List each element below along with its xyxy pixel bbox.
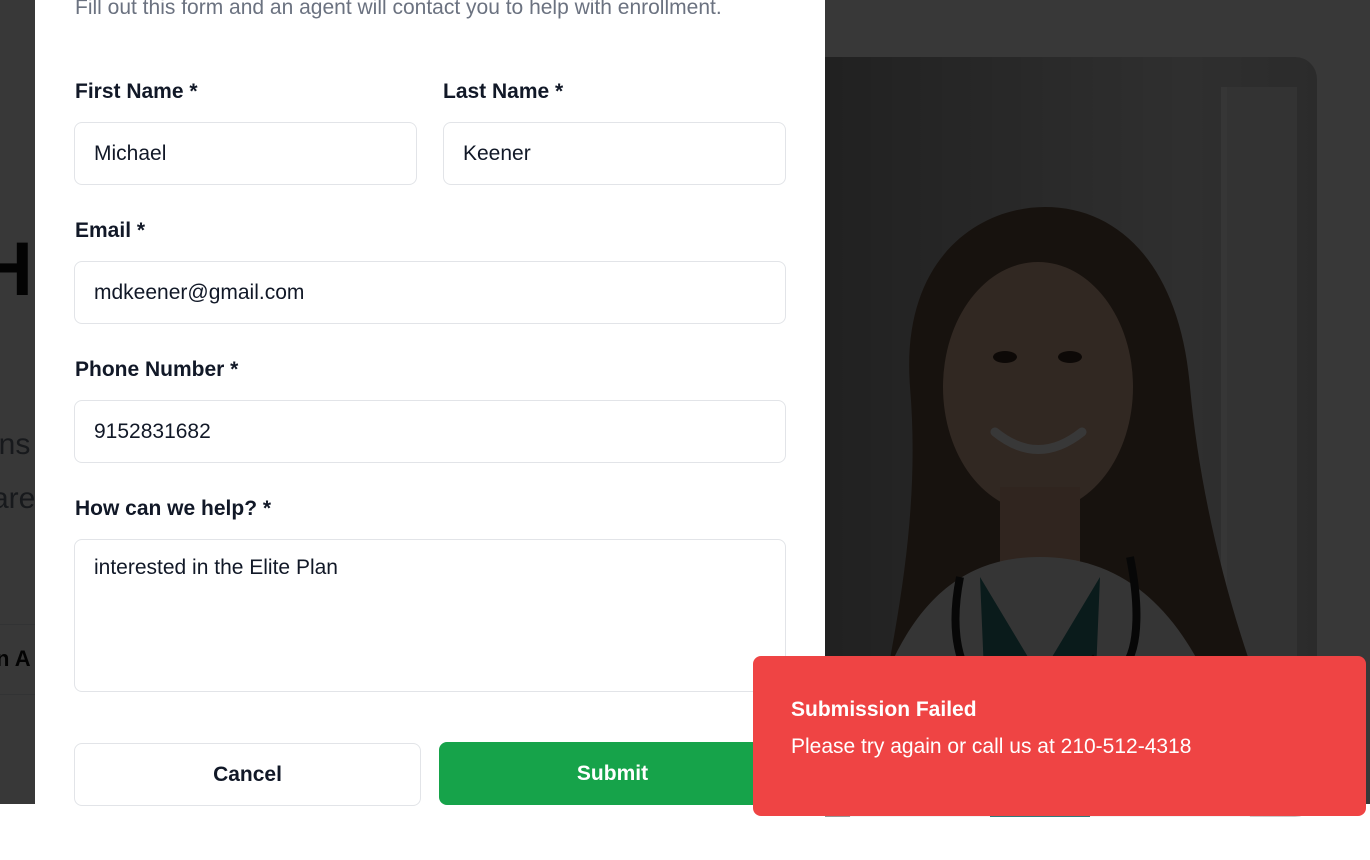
- enrollment-form-modal: Fill out this form and an agent will con…: [35, 0, 825, 860]
- first-name-input[interactable]: Michael: [74, 122, 417, 185]
- phone-number-label: Phone Number *: [75, 358, 239, 381]
- phone-number-input[interactable]: 9152831682: [74, 400, 786, 463]
- email-input[interactable]: mdkeener@gmail.com: [74, 261, 786, 324]
- last-name-input[interactable]: Keener: [443, 122, 786, 185]
- form-subtitle: Fill out this form and an agent will con…: [75, 0, 722, 19]
- cancel-button[interactable]: Cancel: [74, 743, 421, 806]
- error-toast[interactable]: Submission Failed Please try again or ca…: [753, 656, 1366, 816]
- submit-button[interactable]: Submit: [439, 742, 786, 805]
- last-name-label: Last Name *: [443, 80, 564, 103]
- help-message-textarea[interactable]: interested in the Elite Plan: [74, 539, 786, 692]
- email-label: Email *: [75, 219, 146, 242]
- toast-title: Submission Failed: [791, 698, 977, 721]
- first-name-label: First Name *: [75, 80, 198, 103]
- toast-description: Please try again or call us at 210-512-4…: [791, 735, 1192, 758]
- help-message-label: How can we help? *: [75, 497, 272, 520]
